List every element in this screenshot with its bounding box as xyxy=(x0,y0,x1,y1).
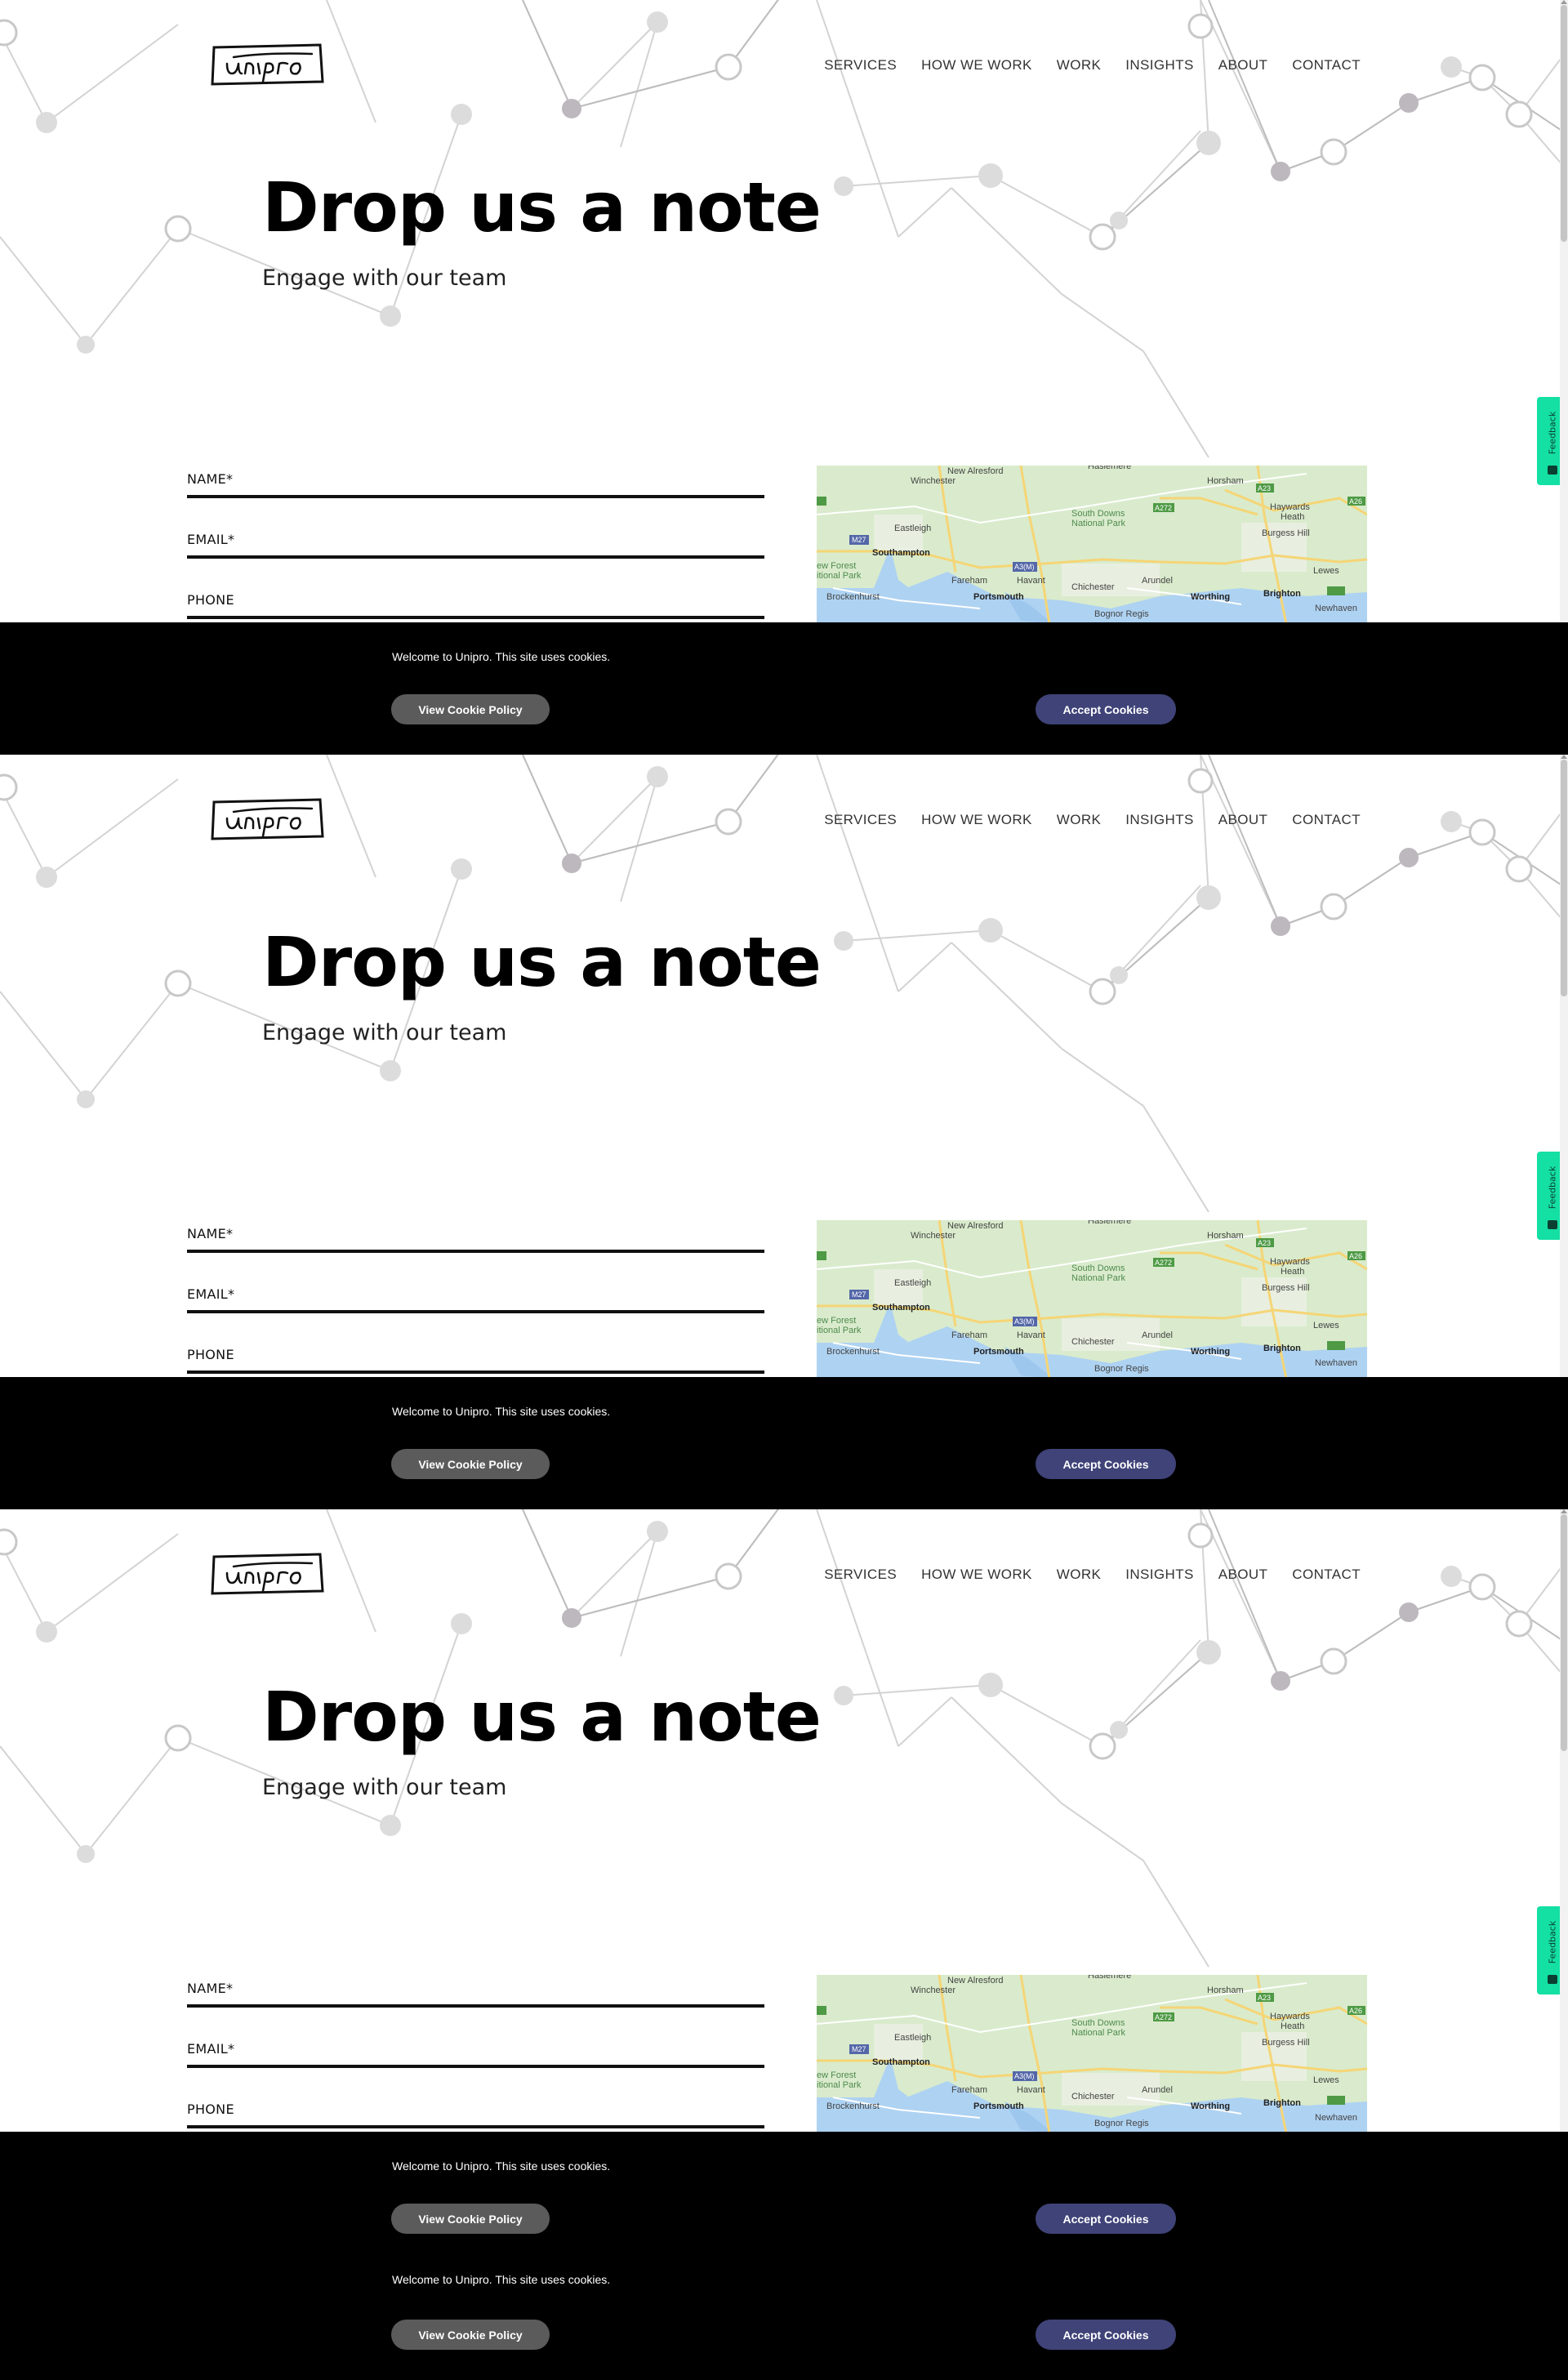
feedback-icon xyxy=(1548,1220,1557,1229)
email-field[interactable]: EMAIL* xyxy=(187,2039,764,2100)
page-title: Drop us a note xyxy=(262,922,822,1002)
email-underline xyxy=(187,2065,764,2068)
cookie-message: Welcome to Unipro. This site uses cookie… xyxy=(392,1405,611,1418)
nav-services[interactable]: SERVICES xyxy=(824,1567,897,1583)
nav-insights[interactable]: INSIGHTS xyxy=(1125,57,1194,74)
scrollbar-thumb[interactable] xyxy=(1561,5,1567,242)
name-field[interactable]: NAME* xyxy=(187,470,764,530)
email-underline xyxy=(187,1310,764,1313)
page-title: Drop us a note xyxy=(262,1677,822,1757)
accept-cookies-button[interactable]: Accept Cookies xyxy=(1036,694,1176,724)
location-map[interactable] xyxy=(817,466,1367,624)
cookie-banner: Welcome to Unipro. This site uses cookie… xyxy=(0,1377,1568,1509)
page-subtitle: Engage with our team xyxy=(262,265,507,291)
accept-cookies-button[interactable]: Accept Cookies xyxy=(1036,2320,1176,2350)
view-cookie-policy-button[interactable]: View Cookie Policy xyxy=(391,1449,550,1479)
feedback-label: Feedback xyxy=(1547,411,1558,455)
nav-services[interactable]: SERVICES xyxy=(824,812,897,828)
nav-contact[interactable]: CONTACT xyxy=(1292,1567,1361,1583)
nav-about[interactable]: ABOUT xyxy=(1218,1567,1268,1583)
accept-cookies-button[interactable]: Accept Cookies xyxy=(1036,1449,1176,1479)
name-underline xyxy=(187,1250,764,1253)
scrollbar-thumb[interactable] xyxy=(1561,760,1567,996)
view-cookie-policy-button[interactable]: View Cookie Policy xyxy=(391,694,550,724)
main-nav: SERVICES HOW WE WORK WORK INSIGHTS ABOUT… xyxy=(824,57,1361,74)
nav-contact[interactable]: CONTACT xyxy=(1292,57,1361,74)
email-field[interactable]: EMAIL* xyxy=(187,1285,764,1345)
nav-insights[interactable]: INSIGHTS xyxy=(1125,1567,1194,1583)
nav-contact[interactable]: CONTACT xyxy=(1292,812,1361,828)
scroll-up-arrow[interactable] xyxy=(1561,0,1567,4)
name-field[interactable]: NAME* xyxy=(187,1979,764,2039)
name-field[interactable]: NAME* xyxy=(187,1224,764,1285)
main-nav: SERVICES HOW WE WORK WORK INSIGHTS ABOUT… xyxy=(824,812,1361,828)
nav-work[interactable]: WORK xyxy=(1057,1567,1101,1583)
location-map[interactable] xyxy=(817,1975,1367,2133)
unipro-logo[interactable] xyxy=(209,42,325,87)
scroll-up-arrow[interactable] xyxy=(1561,755,1567,759)
nav-how-we-work[interactable]: HOW WE WORK xyxy=(921,1567,1032,1583)
nav-services[interactable]: SERVICES xyxy=(824,57,897,74)
cookie-banner: Welcome to Unipro. This site uses cookie… xyxy=(0,622,1568,755)
phone-underline xyxy=(187,2125,764,2128)
feedback-icon xyxy=(1548,466,1557,475)
main-nav: SERVICES HOW WE WORK WORK INSIGHTS ABOUT… xyxy=(824,1567,1361,1583)
cookie-message: Welcome to Unipro. This site uses cookie… xyxy=(392,650,611,663)
nav-about[interactable]: ABOUT xyxy=(1218,812,1268,828)
cookie-banner: Welcome to Unipro. This site uses cookie… xyxy=(0,2132,1568,2380)
nav-insights[interactable]: INSIGHTS xyxy=(1125,812,1194,828)
unipro-logo[interactable] xyxy=(209,1552,325,1596)
cookie-message: Welcome to Unipro. This site uses cookie… xyxy=(392,2159,611,2173)
feedback-icon xyxy=(1548,1975,1557,1984)
page-subtitle: Engage with our team xyxy=(262,1020,507,1045)
view-cookie-policy-button[interactable]: View Cookie Policy xyxy=(391,2204,550,2234)
feedback-label: Feedback xyxy=(1547,1165,1558,1210)
location-map[interactable] xyxy=(817,1220,1367,1379)
page-subtitle: Engage with our team xyxy=(262,1775,507,1800)
nav-work[interactable]: WORK xyxy=(1057,812,1101,828)
name-underline xyxy=(187,495,764,498)
cookie-message: Welcome to Unipro. This site uses cookie… xyxy=(392,2273,611,2286)
email-underline xyxy=(187,555,764,559)
nav-about[interactable]: ABOUT xyxy=(1218,57,1268,74)
view-cookie-policy-button[interactable]: View Cookie Policy xyxy=(391,2320,550,2350)
accept-cookies-button[interactable]: Accept Cookies xyxy=(1036,2204,1176,2234)
scroll-up-arrow[interactable] xyxy=(1561,1509,1567,1513)
feedback-label: Feedback xyxy=(1547,1920,1558,1964)
nav-how-we-work[interactable]: HOW WE WORK xyxy=(921,812,1032,828)
scrollbar-thumb[interactable] xyxy=(1561,1514,1567,1751)
unipro-logo[interactable] xyxy=(209,797,325,841)
nav-work[interactable]: WORK xyxy=(1057,57,1101,74)
name-underline xyxy=(187,2004,764,2008)
phone-underline xyxy=(187,1371,764,1374)
nav-how-we-work[interactable]: HOW WE WORK xyxy=(921,57,1032,74)
phone-underline xyxy=(187,616,764,619)
page-title: Drop us a note xyxy=(262,167,822,247)
email-field[interactable]: EMAIL* xyxy=(187,530,764,591)
